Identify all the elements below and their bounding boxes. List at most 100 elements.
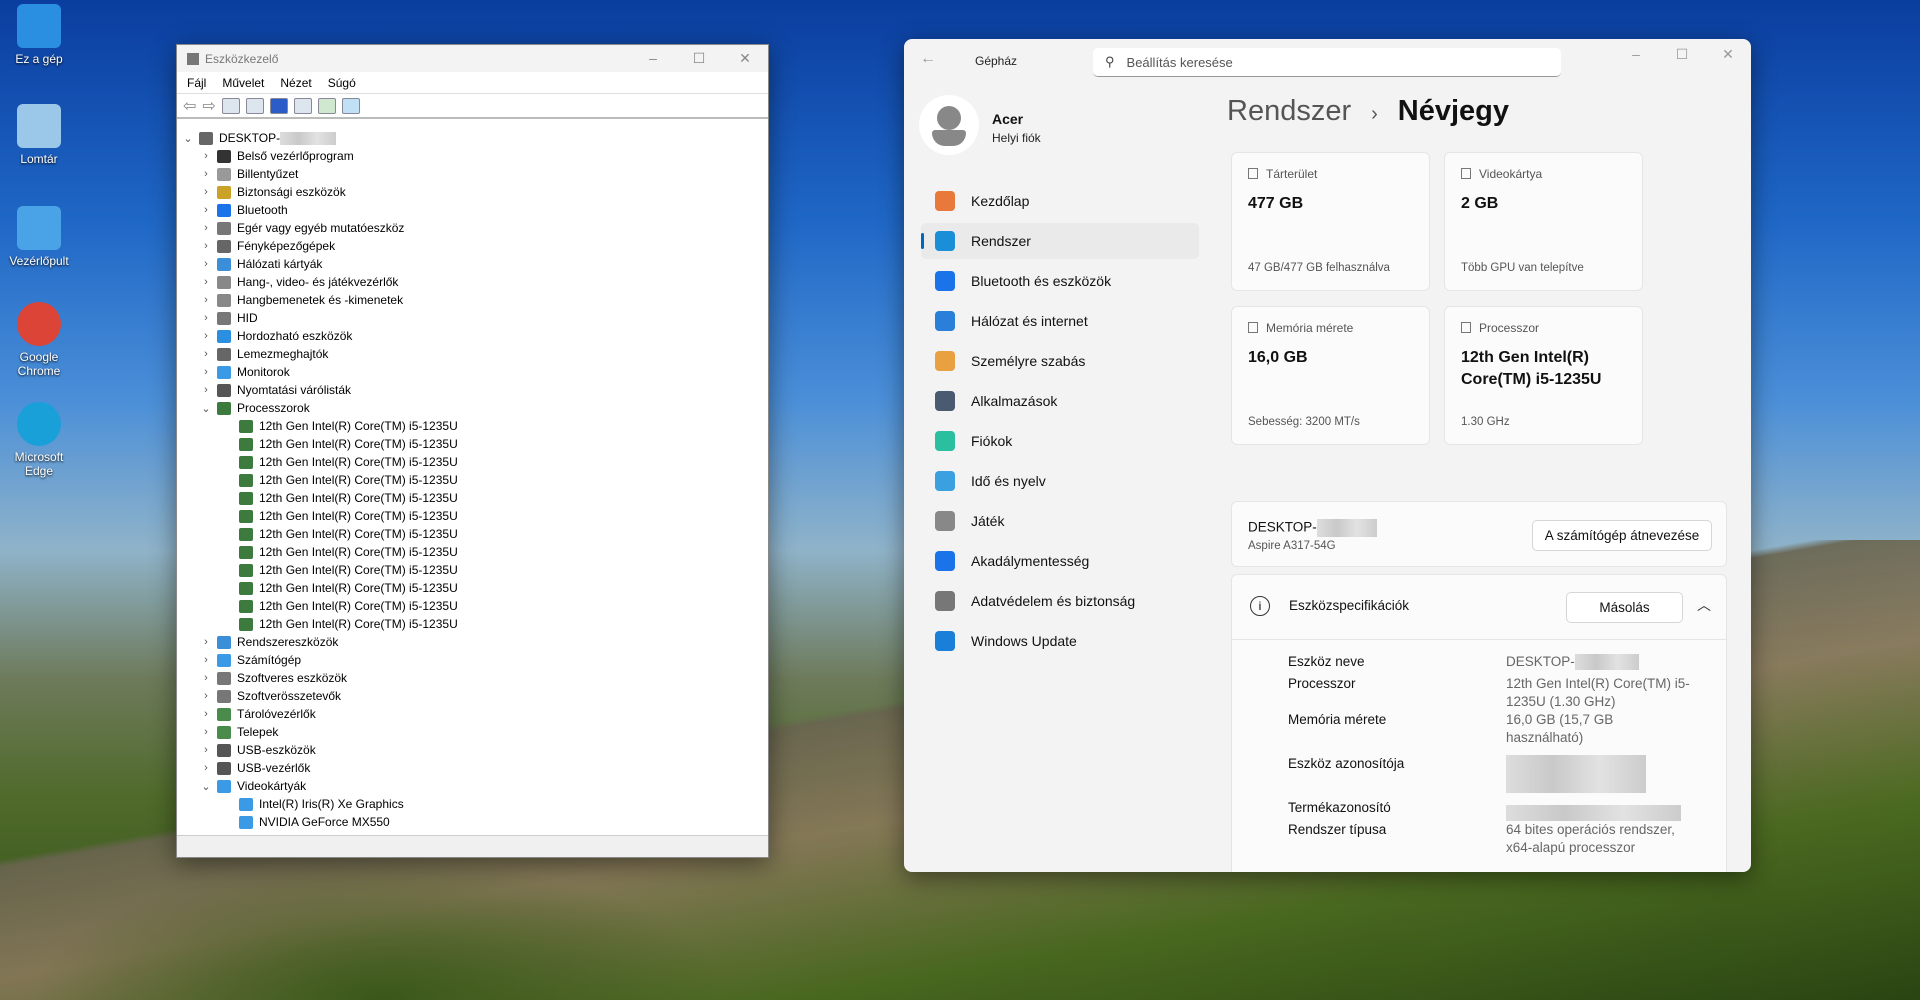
- tree-node-usb-vezerlok[interactable]: › USB-vezérlők: [177, 759, 768, 777]
- tree-node-monitorok[interactable]: › Monitorok: [177, 363, 768, 381]
- chevron-down-icon[interactable]: ⌄: [199, 780, 213, 793]
- tree-node-szoftveres-eszkozok[interactable]: › Szoftveres eszközök: [177, 669, 768, 687]
- chevron-right-icon[interactable]: ›: [199, 276, 213, 288]
- tree-node-videokartyak[interactable]: ⌄ Videokártyák: [177, 777, 768, 795]
- scan-hardware-icon[interactable]: [341, 97, 360, 114]
- tree-leaf[interactable]: 12th Gen Intel(R) Core(TM) i5-1235U: [177, 543, 768, 561]
- minimize-button[interactable]: –: [1613, 41, 1659, 68]
- action-pane-icon[interactable]: [293, 97, 312, 114]
- breadcrumb-parent[interactable]: Rendszer: [1227, 95, 1351, 128]
- chevron-right-icon[interactable]: ›: [199, 708, 213, 720]
- chevron-right-icon[interactable]: ›: [199, 204, 213, 216]
- tree-leaf[interactable]: 12th Gen Intel(R) Core(TM) i5-1235U: [177, 471, 768, 489]
- chevron-right-icon[interactable]: ›: [199, 312, 213, 324]
- desktop-icon-lomtar[interactable]: Lomtár: [0, 104, 78, 166]
- spec-value-text[interactable]: 64 bites operációs rendszer, x64-alapú p…: [1506, 822, 1675, 855]
- tree-node-telepek[interactable]: › Telepek: [177, 723, 768, 741]
- show-hide-tree-icon[interactable]: [221, 97, 240, 114]
- maximize-button[interactable]: ☐: [676, 45, 722, 72]
- chevron-right-icon[interactable]: ›: [199, 168, 213, 180]
- chevron-right-icon[interactable]: ›: [199, 222, 213, 234]
- chevron-down-icon[interactable]: ⌄: [181, 132, 195, 145]
- tree-leaf[interactable]: 12th Gen Intel(R) Core(TM) i5-1235U: [177, 507, 768, 525]
- tree-node-hordozhato-eszkozok[interactable]: › Hordozható eszközök: [177, 327, 768, 345]
- chevron-right-icon[interactable]: ›: [199, 384, 213, 396]
- spec-value-text[interactable]: DESKTOP-: [1506, 654, 1575, 669]
- minimize-button[interactable]: –: [630, 45, 676, 72]
- tree-leaf[interactable]: 12th Gen Intel(R) Core(TM) i5-1235U: [177, 579, 768, 597]
- chevron-down-icon[interactable]: ⌄: [199, 402, 213, 415]
- nav-jatek[interactable]: Játék: [921, 503, 1199, 539]
- tree-leaf[interactable]: 12th Gen Intel(R) Core(TM) i5-1235U: [177, 453, 768, 471]
- tree-node-tarolovezerlok[interactable]: › Tárolóvezérlők: [177, 705, 768, 723]
- tree-node-bluetooth[interactable]: › Bluetooth: [177, 201, 768, 219]
- tree-leaf[interactable]: 12th Gen Intel(R) Core(TM) i5-1235U: [177, 597, 768, 615]
- nav-windows-update[interactable]: Windows Update: [921, 623, 1199, 659]
- chevron-right-icon[interactable]: ›: [199, 258, 213, 270]
- properties-icon[interactable]: [245, 97, 264, 114]
- close-button[interactable]: ✕: [1705, 41, 1751, 68]
- chevron-right-icon[interactable]: ›: [199, 672, 213, 684]
- menu-view[interactable]: Nézet: [280, 76, 311, 90]
- nav-szemelyre-szabas[interactable]: Személyre szabás: [921, 343, 1199, 379]
- desktop-icon-vezerlopult[interactable]: Vezérlőpult: [0, 206, 78, 268]
- forward-arrow-icon[interactable]: ⇨: [202, 96, 215, 116]
- desktop-icon-google-chrome[interactable]: Google Chrome: [0, 302, 78, 378]
- nav-bluetooth-es-eszkozok[interactable]: Bluetooth és eszközök: [921, 263, 1199, 299]
- nav-ido-es-nyelv[interactable]: Idő és nyelv: [921, 463, 1199, 499]
- tree-node-billentyuzet[interactable]: › Billentyűzet: [177, 165, 768, 183]
- tree-node-fenykepezogepek[interactable]: › Fényképezőgépek: [177, 237, 768, 255]
- desktop-icon-microsoft-edge[interactable]: Microsoft Edge: [0, 402, 78, 478]
- avatar[interactable]: [919, 95, 979, 155]
- chevron-right-icon[interactable]: ›: [199, 366, 213, 378]
- tree-node-hangbemenetek-es-kimenetek[interactable]: › Hangbemenetek és -kimenetek: [177, 291, 768, 309]
- back-icon[interactable]: ←: [920, 50, 936, 68]
- chevron-right-icon[interactable]: ›: [199, 762, 213, 774]
- tree-node-halozati-kartyak[interactable]: › Hálózati kártyák: [177, 255, 768, 273]
- menu-action[interactable]: Művelet: [222, 76, 264, 90]
- tree-node-lemezmeghajtok[interactable]: › Lemezmeghajtók: [177, 345, 768, 363]
- chevron-right-icon[interactable]: ›: [199, 690, 213, 702]
- update-driver-icon[interactable]: [317, 97, 336, 114]
- nav-kezdolap[interactable]: Kezdőlap: [921, 183, 1199, 219]
- tree-node-usb-eszkozok[interactable]: › USB-eszközök: [177, 741, 768, 759]
- tree-node-hid[interactable]: › HID: [177, 309, 768, 327]
- tree-node-rendszereszkozok[interactable]: › Rendszereszközök: [177, 633, 768, 651]
- tree-node-eger-vagy-egyeb-mutatoeszkoz[interactable]: › Egér vagy egyéb mutatóeszköz: [177, 219, 768, 237]
- tree-root[interactable]: ⌄ DESKTOP-: [177, 129, 768, 147]
- search-input[interactable]: ⚲ Beállítás keresése: [1093, 48, 1561, 77]
- tree-node-processzorok[interactable]: ⌄ Processzorok: [177, 399, 768, 417]
- chevron-right-icon[interactable]: ›: [199, 150, 213, 162]
- tree-leaf[interactable]: Intel(R) Iris(R) Xe Graphics: [177, 795, 768, 813]
- nav-halozat-es-internet[interactable]: Hálózat és internet: [921, 303, 1199, 339]
- tree-leaf[interactable]: 12th Gen Intel(R) Core(TM) i5-1235U: [177, 435, 768, 453]
- tree-leaf[interactable]: 12th Gen Intel(R) Core(TM) i5-1235U: [177, 417, 768, 435]
- chevron-right-icon[interactable]: ›: [199, 330, 213, 342]
- nav-fiokok[interactable]: Fiókok: [921, 423, 1199, 459]
- chevron-right-icon[interactable]: ›: [199, 636, 213, 648]
- chevron-right-icon[interactable]: ›: [199, 240, 213, 252]
- chevron-up-icon[interactable]: ︿: [1697, 595, 1711, 615]
- nav-alkalmazasok[interactable]: Alkalmazások: [921, 383, 1199, 419]
- spec-value-text[interactable]: 16,0 GB (15,7 GB használható): [1506, 712, 1613, 745]
- tree-leaf[interactable]: NVIDIA GeForce MX550: [177, 813, 768, 831]
- tree-node-hang-video-es-jatekvezerlok[interactable]: › Hang-, video- és játékvezérlők: [177, 273, 768, 291]
- chevron-right-icon[interactable]: ›: [199, 348, 213, 360]
- tree-node-szoftverosszetevok[interactable]: › Szoftverösszetevők: [177, 687, 768, 705]
- maximize-button[interactable]: ☐: [1659, 41, 1705, 68]
- specs-header[interactable]: i Eszközspecifikációk Másolás ︿: [1232, 575, 1726, 640]
- copy-button[interactable]: Másolás: [1566, 592, 1683, 623]
- chevron-right-icon[interactable]: ›: [199, 654, 213, 666]
- chevron-right-icon[interactable]: ›: [199, 726, 213, 738]
- tree-leaf[interactable]: 12th Gen Intel(R) Core(TM) i5-1235U: [177, 525, 768, 543]
- nav-akadalymentesseg[interactable]: Akadálymentesség: [921, 543, 1199, 579]
- back-arrow-icon[interactable]: ⇦: [183, 96, 196, 116]
- tree-node-szamitogep[interactable]: › Számítógép: [177, 651, 768, 669]
- tree-leaf[interactable]: 12th Gen Intel(R) Core(TM) i5-1235U: [177, 615, 768, 633]
- nav-adatvedelem-es-biztonsag[interactable]: Adatvédelem és biztonság: [921, 583, 1199, 619]
- menu-file[interactable]: Fájl: [187, 76, 206, 90]
- chevron-right-icon[interactable]: ›: [199, 186, 213, 198]
- help-icon[interactable]: [269, 97, 288, 114]
- tree-leaf[interactable]: 12th Gen Intel(R) Core(TM) i5-1235U: [177, 561, 768, 579]
- rename-pc-button[interactable]: A számítógép átnevezése: [1532, 520, 1712, 551]
